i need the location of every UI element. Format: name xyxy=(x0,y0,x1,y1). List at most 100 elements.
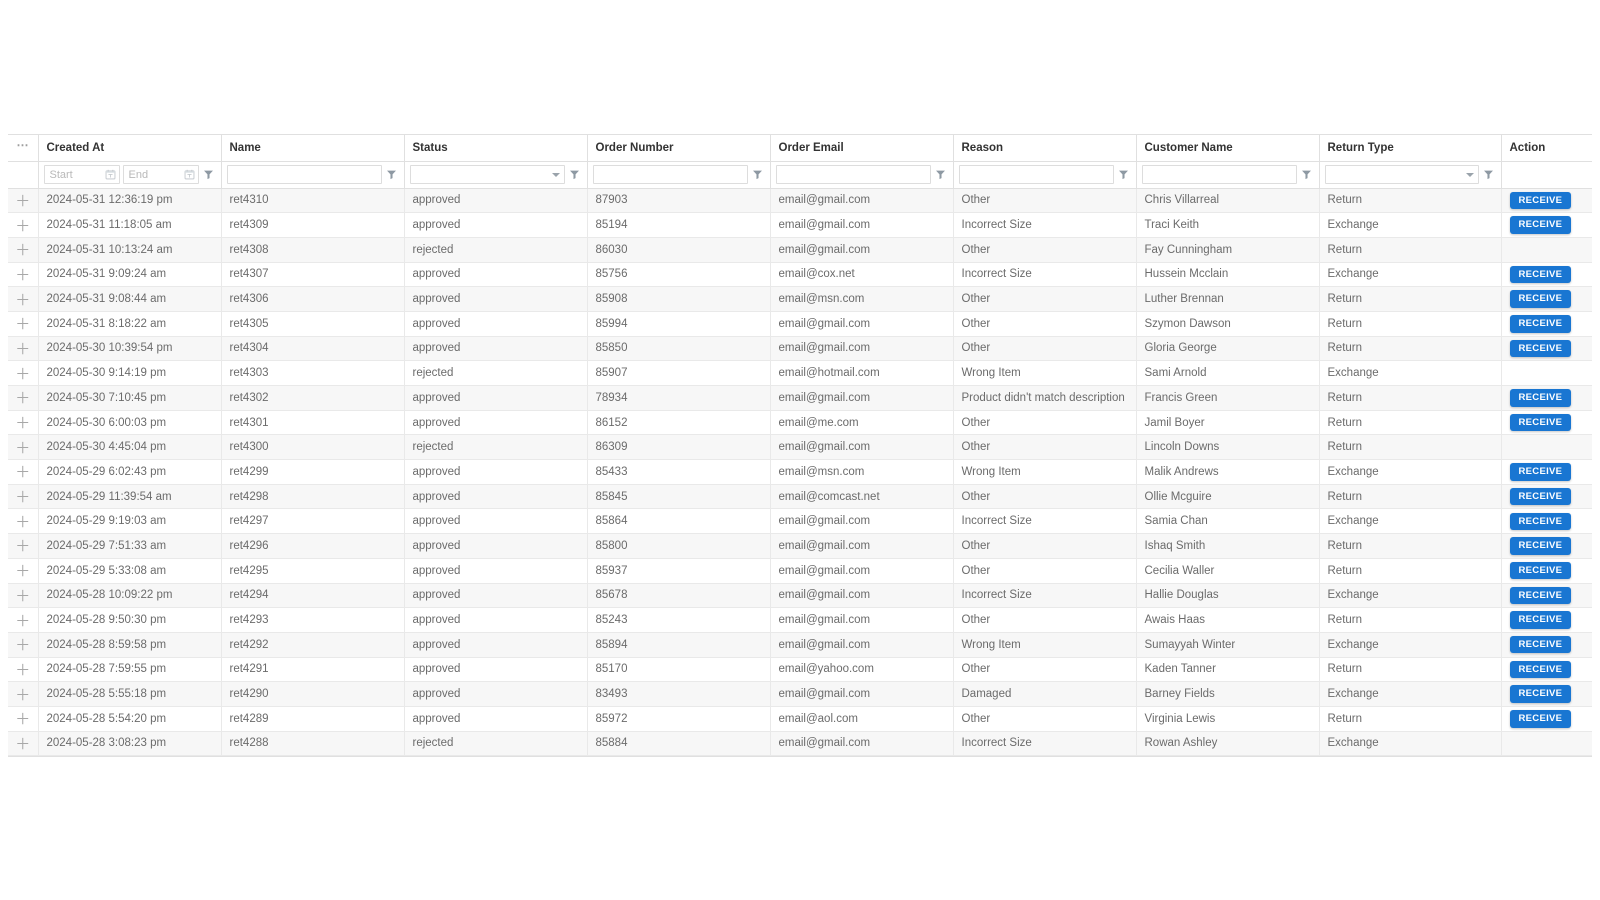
row-expand-cell[interactable]: ＋ xyxy=(8,360,39,386)
receive-button[interactable]: RECEIVE xyxy=(1509,685,1572,703)
row-expand-cell[interactable]: ＋ xyxy=(8,657,39,683)
plus-icon[interactable]: ＋ xyxy=(15,663,30,678)
funnel-icon[interactable] xyxy=(202,165,216,184)
column-header-status[interactable]: Status xyxy=(404,135,588,162)
row-expand-cell[interactable]: ＋ xyxy=(8,286,39,312)
filter-input-order-email[interactable] xyxy=(775,165,931,184)
plus-icon[interactable]: ＋ xyxy=(15,712,30,727)
filter-select-return-type[interactable] xyxy=(1324,165,1479,184)
funnel-icon[interactable] xyxy=(385,165,399,184)
receive-button[interactable]: RECEIVE xyxy=(1509,191,1572,210)
table-row[interactable]: ＋ 2024-05-28 10:09:22 pm ret4294 approved 85… xyxy=(8,583,1592,609)
plus-icon[interactable]: ＋ xyxy=(15,194,30,209)
receive-button[interactable]: RECEIVE xyxy=(1509,487,1572,506)
funnel-icon[interactable] xyxy=(1117,165,1131,184)
ellipsis-icon[interactable]: ⋯ xyxy=(17,139,30,151)
table-row[interactable]: ＋ 2024-05-29 5:33:08 am ret4295 approved 859… xyxy=(8,558,1592,584)
receive-button[interactable]: RECEIVE xyxy=(1509,537,1572,555)
table-row[interactable]: ＋ 2024-05-31 9:09:24 am ret4307 approved 857… xyxy=(8,262,1592,288)
receive-button[interactable]: RECEIVE xyxy=(1509,635,1572,654)
row-expand-cell[interactable]: ＋ xyxy=(8,212,39,238)
receive-button[interactable]: RECEIVE xyxy=(1509,463,1572,481)
receive-button[interactable]: RECEIVE xyxy=(1509,512,1572,531)
plus-icon[interactable]: ＋ xyxy=(15,268,30,283)
table-row[interactable]: ＋ 2024-05-28 9:50:30 pm ret4293 approved 852… xyxy=(8,607,1592,633)
column-header-order-email[interactable]: Order Email xyxy=(770,135,954,162)
plus-icon[interactable]: ＋ xyxy=(15,614,30,629)
funnel-icon[interactable] xyxy=(568,165,582,184)
row-expand-cell[interactable]: ＋ xyxy=(8,459,39,485)
chevron-down-icon[interactable] xyxy=(548,165,564,184)
filter-input-customer-name[interactable] xyxy=(1141,165,1297,184)
receive-button[interactable]: RECEIVE xyxy=(1509,710,1572,728)
row-expand-cell[interactable]: ＋ xyxy=(8,508,39,535)
table-row[interactable]: ＋ 2024-05-30 9:14:19 pm ret4303 rejected 859… xyxy=(8,360,1592,386)
column-header-order-number[interactable]: Order Number xyxy=(587,135,771,162)
filter-input-order-number[interactable] xyxy=(592,165,748,184)
column-header-name[interactable]: Name xyxy=(221,135,405,162)
receive-button[interactable]: RECEIVE xyxy=(1509,265,1572,284)
table-row[interactable]: ＋ 2024-05-31 8:18:22 am ret4305 approved 859… xyxy=(8,311,1592,337)
plus-icon[interactable]: ＋ xyxy=(15,564,30,579)
row-expand-cell[interactable]: ＋ xyxy=(8,410,39,436)
receive-button[interactable]: RECEIVE xyxy=(1509,389,1572,407)
funnel-icon[interactable] xyxy=(751,165,765,184)
column-header-expand[interactable]: ⋯ xyxy=(8,135,39,162)
filter-select-status[interactable] xyxy=(409,165,565,184)
row-expand-cell[interactable]: ＋ xyxy=(8,731,39,757)
table-row[interactable]: ＋ 2024-05-29 11:39:54 am ret4298 approved 85… xyxy=(8,484,1592,510)
row-expand-cell[interactable]: ＋ xyxy=(8,706,39,732)
plus-icon[interactable]: ＋ xyxy=(15,465,30,480)
filter-input-reason[interactable] xyxy=(958,165,1114,184)
table-row[interactable]: ＋ 2024-05-31 10:13:24 am ret4308 rejected 86… xyxy=(8,237,1592,263)
receive-button[interactable]: RECEIVE xyxy=(1509,339,1572,358)
plus-icon[interactable]: ＋ xyxy=(15,638,30,653)
row-expand-cell[interactable]: ＋ xyxy=(8,558,39,584)
plus-icon[interactable]: ＋ xyxy=(15,589,30,604)
table-row[interactable]: ＋ 2024-05-31 12:36:19 pm ret4310 approved 87… xyxy=(8,188,1592,214)
row-expand-cell[interactable]: ＋ xyxy=(8,583,39,609)
funnel-icon[interactable] xyxy=(1300,165,1314,184)
calendar-icon[interactable] xyxy=(103,165,119,184)
plus-icon[interactable]: ＋ xyxy=(15,737,30,752)
receive-button[interactable]: RECEIVE xyxy=(1509,290,1572,308)
row-expand-cell[interactable]: ＋ xyxy=(8,681,39,707)
plus-icon[interactable]: ＋ xyxy=(15,391,30,406)
plus-icon[interactable]: ＋ xyxy=(15,293,30,308)
table-row[interactable]: ＋ 2024-05-29 7:51:33 am ret4296 approved 858… xyxy=(8,533,1592,559)
funnel-icon[interactable] xyxy=(1482,165,1496,184)
column-header-customer-name[interactable]: Customer Name xyxy=(1136,135,1320,162)
row-expand-cell[interactable]: ＋ xyxy=(8,484,39,510)
filter-date-end[interactable]: End xyxy=(122,165,199,184)
table-row[interactable]: ＋ 2024-05-28 5:54:20 pm ret4289 approved 859… xyxy=(8,706,1592,732)
plus-icon[interactable]: ＋ xyxy=(15,416,30,431)
row-expand-cell[interactable]: ＋ xyxy=(8,385,39,411)
table-row[interactable]: ＋ 2024-05-30 7:10:45 pm ret4302 approved 789… xyxy=(8,385,1592,411)
row-expand-cell[interactable]: ＋ xyxy=(8,632,39,658)
row-expand-cell[interactable]: ＋ xyxy=(8,434,39,461)
table-row[interactable]: ＋ 2024-05-31 11:18:05 am ret4309 approved 85… xyxy=(8,212,1592,238)
table-row[interactable]: ＋ 2024-05-29 6:02:43 pm ret4299 approved 854… xyxy=(8,459,1592,485)
filter-input-name[interactable] xyxy=(226,165,382,184)
row-expand-cell[interactable]: ＋ xyxy=(8,188,39,214)
receive-button[interactable]: RECEIVE xyxy=(1509,413,1572,432)
row-expand-cell[interactable]: ＋ xyxy=(8,607,39,633)
plus-icon[interactable]: ＋ xyxy=(15,688,30,703)
column-header-created-at[interactable]: Created At xyxy=(38,135,222,162)
receive-button[interactable]: RECEIVE xyxy=(1509,586,1572,605)
column-header-reason[interactable]: Reason xyxy=(953,135,1137,162)
table-row[interactable]: ＋ 2024-05-31 9:08:44 am ret4306 approved 859… xyxy=(8,286,1592,312)
table-row[interactable]: ＋ 2024-05-30 6:00:03 pm ret4301 approved 861… xyxy=(8,410,1592,436)
plus-icon[interactable]: ＋ xyxy=(15,243,30,258)
table-row[interactable]: ＋ 2024-05-28 8:59:58 pm ret4292 approved 858… xyxy=(8,632,1592,658)
calendar-icon[interactable] xyxy=(182,165,198,184)
plus-icon[interactable]: ＋ xyxy=(15,490,30,505)
receive-button[interactable]: RECEIVE xyxy=(1509,315,1572,333)
row-expand-cell[interactable]: ＋ xyxy=(8,237,39,263)
receive-button[interactable]: RECEIVE xyxy=(1509,561,1572,580)
filter-date-start[interactable]: Start xyxy=(43,165,120,184)
table-row[interactable]: ＋ 2024-05-29 9:19:03 am ret4297 approved 858… xyxy=(8,508,1592,535)
funnel-icon[interactable] xyxy=(934,165,948,184)
table-row[interactable]: ＋ 2024-05-30 4:45:04 pm ret4300 rejected 863… xyxy=(8,434,1592,461)
plus-icon[interactable]: ＋ xyxy=(15,342,30,357)
